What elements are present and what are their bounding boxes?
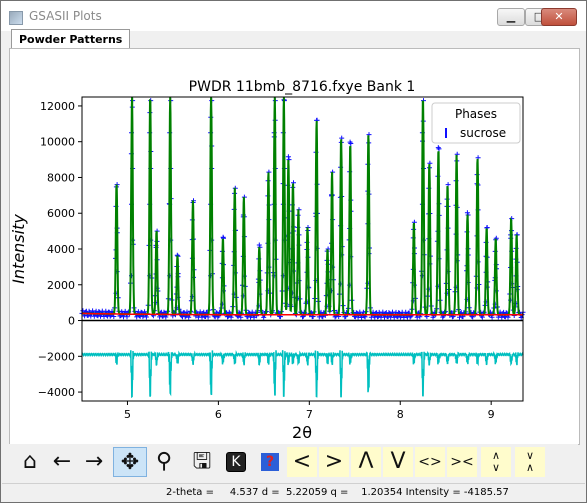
zoom-icon[interactable]: ⚲ xyxy=(149,447,179,477)
title-bar: GSASII Plots ▁ □ ✕ xyxy=(1,1,586,31)
powder-pattern-chart[interactable]: 5 6 7 8 9 −4000 −2000 0 2000 4000 6000 8000 10000 120… xyxy=(9,49,579,444)
tab-powder-patterns[interactable]: Powder Patterns xyxy=(11,29,131,49)
chart-title: PWDR 11bmb_8716.fxye Bank 1 xyxy=(189,79,416,95)
pan-icon[interactable]: ✥ xyxy=(113,447,147,477)
shift-up-button[interactable]: Λ xyxy=(351,447,381,477)
x-tick-label: 8 xyxy=(397,408,404,421)
y-tick-label: 2000 xyxy=(47,279,75,292)
y-tick-label: 12000 xyxy=(40,100,75,113)
close-icon: ✕ xyxy=(554,10,564,23)
close-button[interactable]: ✕ xyxy=(541,8,577,26)
minimize-button[interactable]: ▁ xyxy=(497,8,525,26)
app-icon xyxy=(9,11,23,25)
status-bar: 2-theta = 4.537 d = 5.22059 q = 1.20354 … xyxy=(2,483,585,501)
y-tick-label: −4000 xyxy=(38,386,75,399)
minimize-icon: ▁ xyxy=(506,10,516,23)
y-tick-label: 4000 xyxy=(47,243,75,256)
y-tick-label: −2000 xyxy=(38,350,75,363)
y-tick-label: 10000 xyxy=(40,136,75,149)
shift-right-button[interactable]: > xyxy=(319,447,349,477)
help-icon[interactable]: ? xyxy=(255,447,285,477)
tab-bar: Powder Patterns xyxy=(7,29,580,49)
expand-y-icon[interactable]: ∧ ∨ xyxy=(481,447,511,477)
key-press-icon[interactable]: K xyxy=(221,447,251,477)
plot-toolbar: ⌂ ← → ✥ ⚲ 🖫 K ? < > Λ V <> >< ∧ ∨ ∨ ∧ xyxy=(9,444,578,482)
window-title: GSASII Plots xyxy=(29,9,102,23)
legend-title: Phases xyxy=(455,107,497,121)
plot-window: GSASII Plots ▁ □ ✕ Powder Patterns 5 6 7 8 9… xyxy=(0,0,587,503)
y-tick-label: 8000 xyxy=(47,171,75,184)
y-axis-label: Intensity xyxy=(10,214,28,284)
forward-arrow-icon[interactable]: → xyxy=(79,447,109,477)
back-arrow-icon[interactable]: ← xyxy=(47,447,77,477)
save-icon[interactable]: 🖫 xyxy=(187,447,217,477)
y-tick-label: 6000 xyxy=(47,207,75,220)
contract-x-button[interactable]: >< xyxy=(447,447,477,477)
shift-down-button[interactable]: V xyxy=(383,447,413,477)
x-tick-label: 6 xyxy=(215,408,222,421)
plot-panel[interactable]: 5 6 7 8 9 −4000 −2000 0 2000 4000 6000 8000 10000 120… xyxy=(9,48,580,445)
expand-x-button[interactable]: <> xyxy=(415,447,445,477)
x-tick-label: 9 xyxy=(488,408,495,421)
contract-y-icon[interactable]: ∨ ∧ xyxy=(515,447,545,477)
legend[interactable]: Phases sucrose xyxy=(431,102,521,144)
shift-left-button[interactable]: < xyxy=(287,447,317,477)
x-tick-label: 5 xyxy=(124,408,131,421)
x-tick-label: 7 xyxy=(306,408,313,421)
y-tick-label: 0 xyxy=(68,315,75,328)
home-icon[interactable]: ⌂ xyxy=(15,447,45,477)
x-axis-label: 2θ xyxy=(292,423,312,442)
legend-entry-sucrose: sucrose xyxy=(460,126,506,140)
